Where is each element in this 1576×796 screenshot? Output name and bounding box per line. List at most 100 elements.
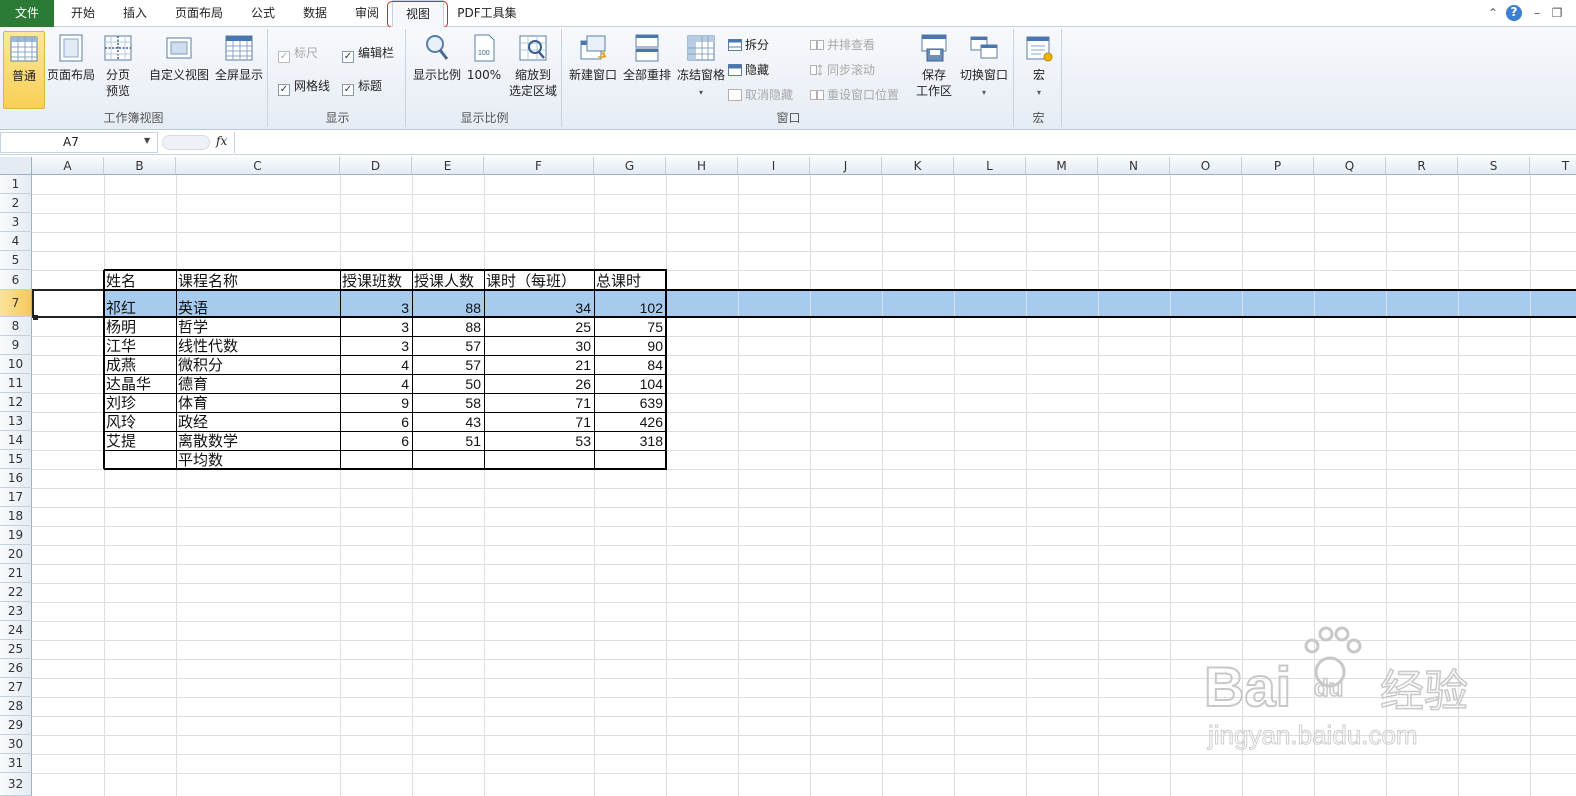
column-header-j[interactable]: J <box>810 157 882 175</box>
table-cell[interactable]: 江华 <box>106 337 175 355</box>
table-cell[interactable]: 4 <box>342 375 411 393</box>
column-header-h[interactable]: H <box>666 157 738 175</box>
table-header-cell[interactable]: 课程名称 <box>178 272 339 290</box>
table-cell[interactable]: 德育 <box>178 375 339 393</box>
column-header-s[interactable]: S <box>1458 157 1530 175</box>
table-cell[interactable]: 71 <box>486 394 593 412</box>
row-header-28[interactable]: 28 <box>0 697 32 716</box>
table-cell[interactable]: 30 <box>486 337 593 355</box>
table-cell[interactable]: 9 <box>342 394 411 412</box>
row-header-13[interactable]: 13 <box>0 412 32 431</box>
column-header-o[interactable]: O <box>1170 157 1242 175</box>
row-header-7[interactable]: 7 <box>0 290 32 317</box>
table-cell[interactable]: 政经 <box>178 413 339 431</box>
column-header-r[interactable]: R <box>1386 157 1458 175</box>
row-header-31[interactable]: 31 <box>0 754 32 773</box>
row-header-2[interactable]: 2 <box>0 194 32 213</box>
row-header-14[interactable]: 14 <box>0 431 32 450</box>
table-cell[interactable]: 祁红 <box>106 299 175 317</box>
row-header-1[interactable]: 1 <box>0 175 32 194</box>
column-header-e[interactable]: E <box>412 157 484 175</box>
table-cell[interactable]: 平均数 <box>178 451 339 469</box>
table-header-cell[interactable]: 授课人数 <box>414 272 483 290</box>
table-header-cell[interactable]: 总课时 <box>596 272 665 290</box>
column-header-g[interactable]: G <box>594 157 666 175</box>
row-header-29[interactable]: 29 <box>0 716 32 735</box>
table-cell[interactable] <box>414 451 483 469</box>
row-header-3[interactable]: 3 <box>0 213 32 232</box>
active-cell-a7[interactable] <box>32 289 105 318</box>
table-cell[interactable]: 哲学 <box>178 318 339 336</box>
table-cell[interactable]: 58 <box>414 394 483 412</box>
row-header-23[interactable]: 23 <box>0 602 32 621</box>
table-cell[interactable]: 达晶华 <box>106 375 175 393</box>
column-header-l[interactable]: L <box>954 157 1026 175</box>
column-header-p[interactable]: P <box>1242 157 1314 175</box>
table-cell[interactable]: 微积分 <box>178 356 339 374</box>
table-cell[interactable]: 57 <box>414 356 483 374</box>
row-header-21[interactable]: 21 <box>0 564 32 583</box>
row-header-15[interactable]: 15 <box>0 450 32 469</box>
row-header-32[interactable]: 32 <box>0 773 32 796</box>
table-cell[interactable]: 21 <box>486 356 593 374</box>
table-cell[interactable]: 杨明 <box>106 318 175 336</box>
table-cell[interactable]: 102 <box>596 299 665 317</box>
table-cell[interactable]: 风玲 <box>106 413 175 431</box>
table-cell[interactable]: 3 <box>342 337 411 355</box>
row-header-26[interactable]: 26 <box>0 659 32 678</box>
column-header-i[interactable]: I <box>738 157 810 175</box>
table-cell[interactable]: 57 <box>414 337 483 355</box>
table-cell[interactable]: 426 <box>596 413 665 431</box>
row-header-27[interactable]: 27 <box>0 678 32 697</box>
row-header-18[interactable]: 18 <box>0 507 32 526</box>
table-cell[interactable]: 25 <box>486 318 593 336</box>
table-cell[interactable]: 88 <box>414 299 483 317</box>
row-header-6[interactable]: 6 <box>0 270 32 290</box>
table-cell[interactable] <box>106 451 175 469</box>
table-cell[interactable]: 成燕 <box>106 356 175 374</box>
table-cell[interactable]: 88 <box>414 318 483 336</box>
table-cell[interactable]: 体育 <box>178 394 339 412</box>
row-header-4[interactable]: 4 <box>0 232 32 251</box>
table-cell[interactable]: 3 <box>342 318 411 336</box>
row-header-25[interactable]: 25 <box>0 640 32 659</box>
fill-handle[interactable] <box>33 315 38 320</box>
table-cell[interactable]: 离散数学 <box>178 432 339 450</box>
table-cell[interactable]: 75 <box>596 318 665 336</box>
column-header-n[interactable]: N <box>1098 157 1170 175</box>
table-cell[interactable]: 104 <box>596 375 665 393</box>
table-cell[interactable]: 90 <box>596 337 665 355</box>
table-cell[interactable] <box>486 451 593 469</box>
table-cell[interactable]: 26 <box>486 375 593 393</box>
table-cell[interactable]: 3 <box>342 299 411 317</box>
table-cell[interactable]: 英语 <box>178 299 339 317</box>
row-header-30[interactable]: 30 <box>0 735 32 754</box>
row-header-17[interactable]: 17 <box>0 488 32 507</box>
table-cell[interactable]: 34 <box>486 299 593 317</box>
column-header-d[interactable]: D <box>340 157 412 175</box>
row-header-10[interactable]: 10 <box>0 355 32 374</box>
row-header-11[interactable]: 11 <box>0 374 32 393</box>
column-header-c[interactable]: C <box>176 157 340 175</box>
column-header-b[interactable]: B <box>104 157 176 175</box>
table-header-cell[interactable]: 姓名 <box>106 272 175 290</box>
row-header-16[interactable]: 16 <box>0 469 32 488</box>
column-header-a[interactable]: A <box>32 157 104 175</box>
table-cell[interactable]: 刘珍 <box>106 394 175 412</box>
table-cell[interactable]: 4 <box>342 356 411 374</box>
table-cell[interactable] <box>596 451 665 469</box>
row-header-24[interactable]: 24 <box>0 621 32 640</box>
row-header-8[interactable]: 8 <box>0 317 32 336</box>
column-header-f[interactable]: F <box>484 157 594 175</box>
table-cell[interactable]: 50 <box>414 375 483 393</box>
column-header-m[interactable]: M <box>1026 157 1098 175</box>
table-cell[interactable]: 51 <box>414 432 483 450</box>
table-cell[interactable]: 线性代数 <box>178 337 339 355</box>
table-cell[interactable]: 318 <box>596 432 665 450</box>
table-cell[interactable]: 6 <box>342 413 411 431</box>
table-header-cell[interactable]: 课时（每班） <box>486 272 593 290</box>
table-header-cell[interactable]: 授课班数 <box>342 272 411 290</box>
column-header-t[interactable]: T <box>1530 157 1576 175</box>
table-cell[interactable]: 艾提 <box>106 432 175 450</box>
column-header-k[interactable]: K <box>882 157 954 175</box>
